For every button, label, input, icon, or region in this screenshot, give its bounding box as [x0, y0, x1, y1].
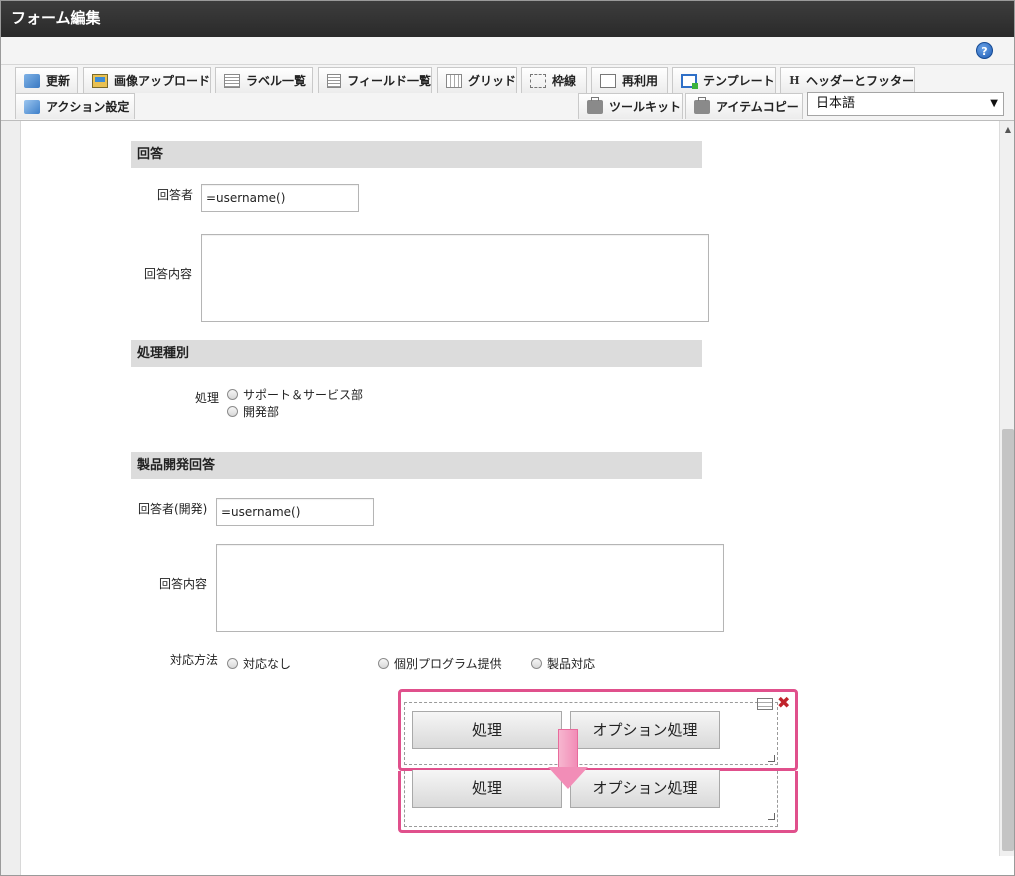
- language-select-value: 日本語: [816, 96, 856, 111]
- answer-content-label: 回答内容: [144, 267, 193, 281]
- image-upload-button[interactable]: 画像アップロード: [83, 67, 211, 93]
- label-list-button[interactable]: ラベル一覧: [215, 67, 313, 93]
- language-select[interactable]: 日本語 ▼: [807, 92, 1004, 116]
- close-icon[interactable]: ✖: [777, 695, 790, 711]
- toolkit-button[interactable]: ツールキット: [578, 93, 683, 119]
- dev-answer-content-textarea[interactable]: [216, 544, 724, 632]
- scroll-thumb[interactable]: [1002, 429, 1014, 851]
- method-label: 対応方法: [170, 653, 219, 667]
- action-settings-label: アクション設定: [46, 100, 130, 114]
- action-icon: [24, 99, 40, 114]
- window-title: フォーム編集: [1, 1, 1014, 37]
- frame-icon: [530, 73, 546, 88]
- radio-circle-icon: [531, 658, 542, 669]
- process-button-moved[interactable]: 処理: [412, 770, 562, 808]
- radio-support[interactable]: サポート＆サービス部: [227, 386, 363, 403]
- grid-label: グリッド: [467, 74, 516, 88]
- document-icon: [600, 73, 616, 88]
- radio-no-action[interactable]: 対応なし: [227, 655, 291, 672]
- reuse-button[interactable]: 再利用: [591, 67, 668, 93]
- template-label: テンプレート: [703, 74, 775, 88]
- arrow-head-icon: [548, 767, 588, 789]
- frame-label: 枠線: [552, 74, 577, 88]
- option-process-button[interactable]: オプション処理: [570, 711, 720, 749]
- toolbox-icon: [694, 96, 710, 114]
- radio-development-label: 開発部: [243, 405, 280, 419]
- toolkit-label: ツールキット: [609, 100, 682, 114]
- update-button-label: 更新: [46, 74, 71, 88]
- dev-responder-input[interactable]: =username(): [216, 498, 374, 526]
- help-bar: ?: [1, 37, 1014, 65]
- item-copy-label: アイテムコピー: [716, 100, 799, 114]
- header-footer-label: ヘッダーとフッター: [805, 74, 914, 88]
- field-list-label: フィールド一覧: [347, 74, 431, 88]
- chevron-down-icon: ▼: [990, 98, 998, 109]
- header-icon: H: [789, 73, 800, 87]
- radio-no-action-label: 対応なし: [243, 657, 292, 671]
- answer-content-textarea[interactable]: [201, 234, 709, 322]
- process-label: 処理: [195, 391, 220, 405]
- radio-circle-icon: [227, 658, 238, 669]
- grid-icon: [446, 73, 462, 88]
- update-button[interactable]: 更新: [15, 67, 78, 93]
- list-icon: [327, 73, 342, 88]
- template-button[interactable]: テンプレート: [672, 67, 776, 93]
- vertical-scrollbar[interactable]: ▲: [999, 121, 1014, 856]
- image-upload-label: 画像アップロード: [113, 74, 210, 88]
- process-button[interactable]: 処理: [412, 711, 562, 749]
- radio-development[interactable]: 開発部: [227, 403, 279, 420]
- section-answer-header: 回答: [131, 141, 702, 168]
- help-icon[interactable]: ?: [976, 42, 993, 59]
- image-icon: [92, 73, 108, 88]
- dev-answer-content-label: 回答内容: [159, 577, 208, 591]
- reuse-label: 再利用: [622, 74, 659, 88]
- responder-input[interactable]: =username(): [201, 184, 359, 212]
- resize-grip-icon[interactable]: [768, 755, 775, 762]
- radio-individual-program[interactable]: 個別プログラム提供: [378, 655, 502, 672]
- section-type-header: 処理種別: [131, 340, 702, 367]
- scroll-up-icon[interactable]: ▲: [1000, 121, 1014, 138]
- list-icon: [224, 73, 240, 88]
- item-copy-button[interactable]: アイテムコピー: [685, 93, 803, 119]
- header-footer-button[interactable]: H ヘッダーとフッター: [780, 67, 915, 93]
- frame-button[interactable]: 枠線: [521, 67, 587, 93]
- resize-grip-icon[interactable]: [768, 813, 775, 820]
- radio-product-support-label: 製品対応: [547, 657, 596, 671]
- left-rail: [1, 121, 21, 875]
- responder-label: 回答者: [157, 188, 194, 202]
- table-icon[interactable]: [757, 698, 773, 710]
- toolbox-icon: [587, 96, 603, 114]
- field-list-button[interactable]: フィールド一覧: [318, 67, 432, 93]
- radio-support-label: サポート＆サービス部: [243, 388, 364, 402]
- radio-circle-icon: [227, 389, 238, 400]
- radio-circle-icon: [227, 406, 238, 417]
- radio-product-support[interactable]: 製品対応: [531, 655, 595, 672]
- arrow-down-icon: [558, 729, 578, 769]
- radio-individual-program-label: 個別プログラム提供: [394, 657, 502, 671]
- radio-circle-icon: [378, 658, 389, 669]
- grid-button[interactable]: グリッド: [437, 67, 517, 93]
- action-settings-button[interactable]: アクション設定: [15, 93, 135, 119]
- template-icon: [681, 73, 698, 89]
- option-process-button-moved[interactable]: オプション処理: [570, 770, 720, 808]
- dev-responder-label: 回答者(開発): [138, 502, 208, 516]
- label-list-label: ラベル一覧: [246, 74, 307, 88]
- section-product-header: 製品開発回答: [131, 452, 702, 479]
- form-editor-window: フォーム編集 ? 更新 画像アップロード ラベル一覧 フィールド一覧 グリッド …: [0, 0, 1015, 876]
- update-icon: [24, 73, 40, 88]
